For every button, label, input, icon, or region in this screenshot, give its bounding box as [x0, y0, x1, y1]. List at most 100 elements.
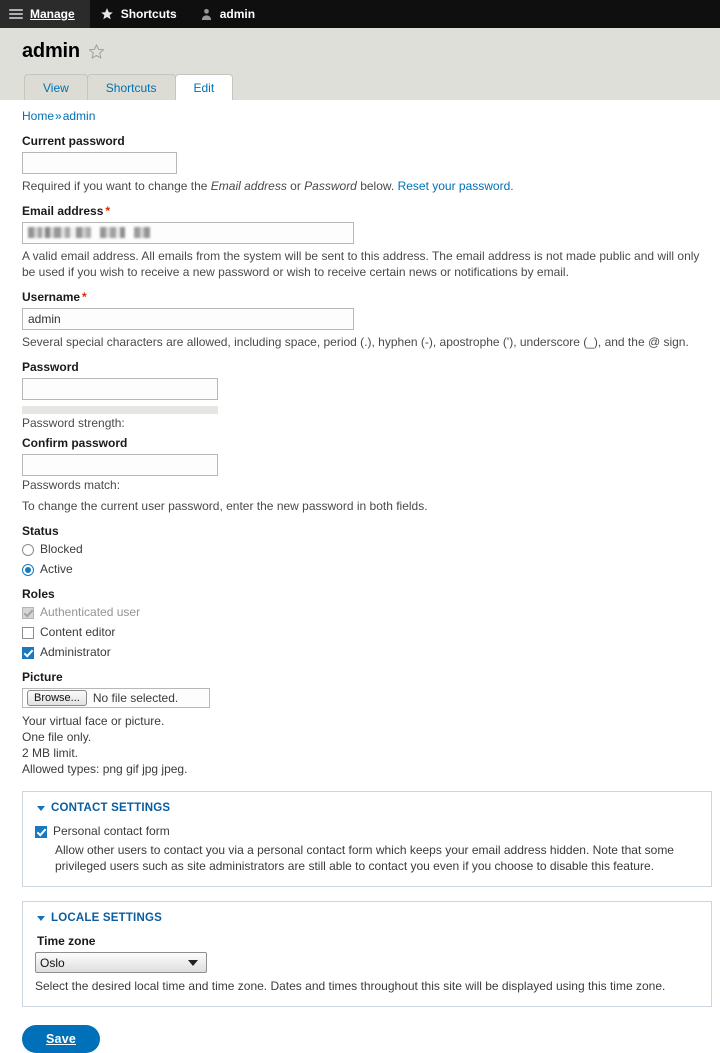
status-option-active[interactable]: Active — [22, 562, 712, 577]
save-button[interactable]: Save — [22, 1025, 100, 1053]
radio-active[interactable] — [22, 563, 34, 576]
password-input[interactable] — [22, 378, 218, 400]
desc-text-3: below. — [356, 179, 398, 193]
role-authenticated-user-label: Authenticated user — [40, 605, 141, 619]
confirm-password-input[interactable] — [22, 454, 218, 476]
fieldset-locale-settings: LOCALE SETTINGS Time zone Oslo Select th… — [22, 901, 712, 1007]
desc-text-2: or — [286, 179, 305, 193]
primary-tabs: View Shortcuts Edit — [24, 74, 234, 100]
email-required-marker: * — [105, 204, 111, 218]
role-administrator-label: Administrator — [40, 645, 111, 659]
confirm-password-description: To change the current user password, ent… — [22, 499, 428, 513]
email-address-input[interactable] — [22, 222, 354, 244]
picture-file-input[interactable]: Browse... No file selected. — [22, 688, 210, 708]
field-status: Status Blocked Active — [22, 524, 712, 577]
contact-settings-legend[interactable]: CONTACT SETTINGS — [37, 802, 699, 814]
picture-note-2: One file only. — [22, 730, 92, 744]
toolbar-item-shortcuts[interactable]: Shortcuts — [90, 0, 190, 28]
status-active-label: Active — [40, 562, 73, 576]
password-label: Password — [22, 360, 79, 374]
toolbar-manage-label: Manage — [30, 7, 75, 21]
locale-settings-legend-text: LOCALE SETTINGS — [51, 912, 162, 924]
field-picture: Picture Browse... No file selected. Your… — [22, 670, 712, 777]
username-required-marker: * — [82, 290, 87, 304]
username-label: Username * — [22, 290, 712, 304]
confirm-password-label: Confirm password — [22, 436, 128, 450]
email-label-text: Email address — [22, 204, 104, 218]
page-title: admin — [22, 40, 720, 63]
role-option-content-editor[interactable]: Content editor — [22, 625, 712, 640]
field-confirm-password: Confirm password Passwords match: To cha… — [22, 436, 712, 514]
contact-settings-legend-text: CONTACT SETTINGS — [51, 802, 171, 814]
status-label: Status — [22, 524, 59, 538]
file-status-text: No file selected. — [92, 691, 179, 705]
current-password-description: Required if you want to change the Email… — [22, 178, 712, 194]
page-header: admin View Shortcuts Edit — [0, 28, 720, 100]
personal-contact-form-label: Personal contact form — [53, 824, 170, 838]
admin-toolbar: Manage Shortcuts admin — [0, 0, 720, 28]
tab-edit[interactable]: Edit — [174, 74, 234, 100]
toolbar-item-account[interactable]: admin — [190, 0, 268, 28]
email-address-label: Email address * — [22, 204, 712, 218]
picture-note-3: 2 MB limit. — [22, 746, 79, 760]
checkbox-content-editor[interactable] — [22, 626, 34, 639]
email-description: A valid email address. All emails from t… — [22, 249, 700, 279]
username-label-text: Username — [22, 290, 81, 304]
page-title-text: admin — [22, 40, 80, 62]
chevron-down-icon — [37, 915, 45, 921]
user-icon — [201, 8, 211, 20]
field-username: Username* Several special characters are… — [22, 290, 712, 350]
role-option-authenticated-user: Authenticated user — [22, 605, 712, 620]
picture-note-4: Allowed types: png gif jpg jpeg. — [22, 762, 188, 776]
roles-label: Roles — [22, 587, 55, 601]
passwords-match-label: Passwords match: — [22, 478, 121, 492]
email-input-wrapper — [22, 222, 354, 244]
field-email-address: Email address * A valid email address. Al… — [22, 204, 712, 280]
hamburger-menu-icon — [9, 9, 23, 19]
main-content: Home»admin Current password Required if … — [0, 100, 720, 1053]
username-input[interactable] — [22, 308, 354, 330]
role-content-editor-label: Content editor — [40, 625, 116, 639]
locale-settings-legend[interactable]: LOCALE SETTINGS — [37, 912, 699, 924]
toolbar-account-label: admin — [219, 7, 256, 21]
checkbox-personal-contact-form[interactable] — [35, 825, 47, 838]
tab-shortcuts[interactable]: Shortcuts — [86, 74, 176, 100]
status-option-blocked[interactable]: Blocked — [22, 542, 712, 557]
breadcrumb-current[interactable]: admin — [63, 109, 96, 123]
field-current-password: Current password Required if you want to… — [22, 134, 712, 194]
toolbar-item-manage[interactable]: Manage — [0, 0, 90, 28]
picture-label: Picture — [22, 670, 63, 684]
desc-em-email: Email address — [210, 179, 287, 193]
form-actions: Save — [22, 1025, 720, 1053]
checkbox-administrator[interactable] — [22, 646, 34, 659]
personal-contact-form-row[interactable]: Personal contact form — [35, 824, 699, 839]
breadcrumb-separator: » — [55, 109, 62, 123]
chevron-down-icon — [37, 805, 45, 811]
tab-view[interactable]: View — [24, 74, 88, 100]
username-description: Several special characters are allowed, … — [22, 335, 689, 349]
password-strength-bar — [22, 406, 218, 414]
star-icon — [100, 8, 113, 20]
breadcrumb-home-link[interactable]: Home — [22, 109, 54, 123]
current-password-input[interactable] — [22, 152, 177, 174]
fieldset-contact-settings: CONTACT SETTINGS Personal contact form A… — [22, 791, 712, 887]
picture-note-1: Your virtual face or picture. — [22, 714, 165, 728]
timezone-label: Time zone — [37, 934, 96, 948]
star-outline-icon[interactable] — [88, 43, 105, 60]
toolbar-shortcuts-label: Shortcuts — [120, 7, 177, 21]
locale-settings-description: Select the desired local time and time z… — [35, 979, 666, 993]
browse-button[interactable]: Browse... — [27, 690, 87, 706]
radio-blocked[interactable] — [22, 543, 34, 556]
breadcrumb: Home»admin — [22, 109, 712, 123]
field-roles: Roles Authenticated user Content editor … — [22, 587, 712, 660]
contact-settings-description: Allow other users to contact you via a p… — [55, 843, 674, 873]
current-password-label: Current password — [22, 134, 125, 148]
field-password: Password Password strength: — [22, 360, 712, 430]
role-option-administrator[interactable]: Administrator — [22, 645, 712, 660]
desc-em-password: Password — [304, 179, 357, 193]
reset-password-link[interactable]: Reset your password. — [398, 179, 514, 193]
desc-text-1: Required if you want to change the — [22, 179, 211, 193]
password-strength-label: Password strength: — [22, 416, 125, 430]
status-blocked-label: Blocked — [40, 542, 83, 556]
checkbox-authenticated-user — [22, 606, 34, 619]
